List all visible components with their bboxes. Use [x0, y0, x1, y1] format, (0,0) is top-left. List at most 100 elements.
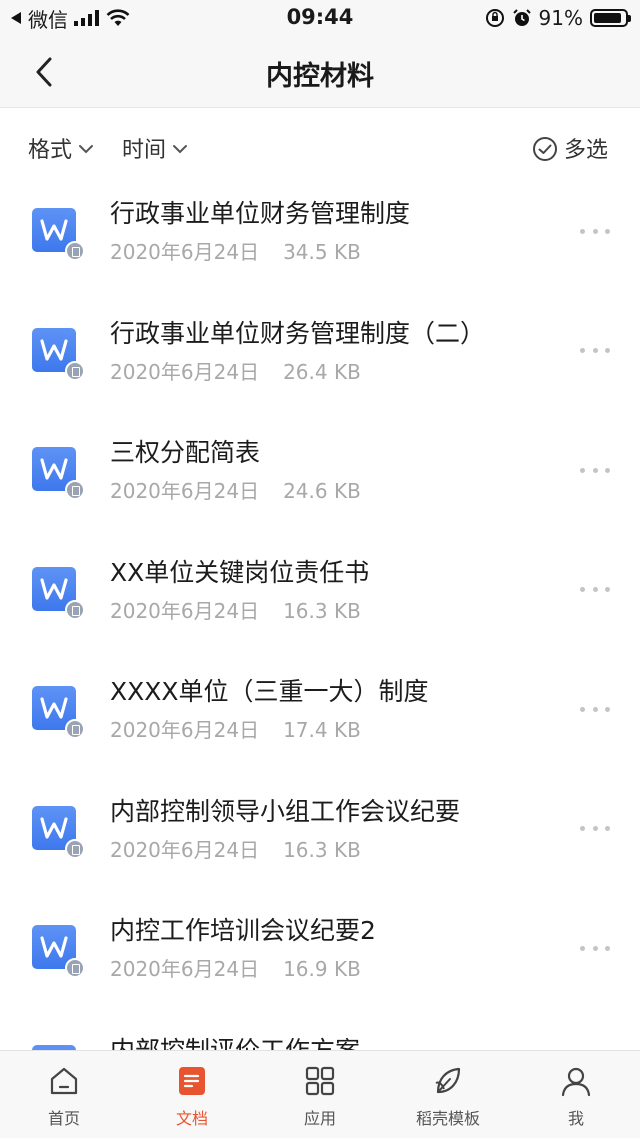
dot	[580, 348, 585, 353]
dot	[580, 587, 585, 592]
format-filter-label: 格式	[28, 138, 73, 163]
file-size: 26.4 KB	[283, 359, 361, 384]
file-size: 17.4 KB	[283, 718, 361, 742]
file-size: 16.9 KB	[283, 957, 361, 981]
lock-icon	[65, 480, 85, 500]
tab-templates[interactable]: 稻壳模板	[384, 1051, 512, 1138]
tab-documents[interactable]: 文档	[128, 1051, 256, 1138]
chevron-down-icon	[79, 145, 94, 154]
home-icon	[50, 1067, 78, 1095]
lock-icon	[65, 599, 85, 620]
tab-bar: 首页 文档 应用 稻壳模板 我	[0, 1050, 640, 1138]
dot	[592, 587, 598, 592]
lock-icon	[65, 241, 85, 261]
file-row[interactable]: XXXX单位（三重一大）制度 2020年6月24日 17.4 KB	[0, 658, 640, 778]
more-options-button[interactable]	[580, 585, 610, 595]
tab-me-label: 我	[567, 1109, 584, 1128]
leaf-icon	[435, 1067, 461, 1094]
file-date: 2020年6月24日	[110, 598, 260, 623]
word-doc-icon	[32, 327, 85, 381]
file-row[interactable]: 内部控制评价工作方案	[0, 1017, 640, 1051]
file-date: 2020年6月24日	[110, 837, 260, 862]
file-name: XXXX单位（三重一大）制度	[110, 677, 429, 706]
file-size: 16.3 KB	[283, 837, 361, 862]
apps-grid-icon	[305, 1066, 335, 1096]
file-row[interactable]: 三权分配简表 2020年6月24日 24.6 KB	[0, 419, 640, 539]
lock-icon	[65, 719, 85, 739]
lock-icon	[65, 838, 85, 859]
file-date: 2020年6月24日	[110, 240, 260, 264]
file-name: 行政事业单位财务管理制度	[110, 199, 411, 228]
page-title: 内控材料	[266, 61, 374, 92]
chevron-down-icon	[173, 145, 188, 154]
file-meta: 2020年6月24日 26.4 KB	[110, 356, 361, 385]
dot	[580, 467, 585, 473]
time-filter-dropdown[interactable]: 时间	[122, 132, 188, 164]
file-row[interactable]: XX单位关键岗位责任书 2020年6月24日 16.3 KB	[0, 539, 640, 659]
word-doc-icon	[32, 925, 85, 978]
dot	[592, 348, 598, 353]
dot	[605, 467, 610, 473]
status-bar: 微信 09:44 91%	[0, 0, 640, 36]
dot	[592, 706, 598, 712]
nav-bar: 内控材料	[0, 36, 640, 108]
word-doc-icon	[32, 566, 85, 620]
dot	[605, 826, 610, 831]
dot	[580, 228, 585, 234]
tab-apps[interactable]: 应用	[256, 1051, 384, 1138]
more-options-button[interactable]	[580, 346, 610, 356]
tab-apps-label: 应用	[303, 1109, 336, 1128]
dot	[605, 945, 610, 951]
status-right: 91%	[485, 5, 631, 31]
file-name: 行政事业单位财务管理制度（二）	[110, 318, 486, 348]
word-doc-icon	[32, 686, 85, 739]
dot	[605, 228, 610, 234]
tab-me[interactable]: 我	[512, 1051, 640, 1138]
tab-home[interactable]: 首页	[0, 1051, 128, 1138]
more-options-button[interactable]	[580, 824, 610, 834]
time-filter-label: 时间	[122, 138, 167, 163]
lock-icon	[65, 360, 85, 381]
orientation-lock-icon	[485, 9, 504, 27]
file-size: 24.6 KB	[283, 479, 361, 503]
multiselect-label: 多选	[564, 138, 609, 163]
alarm-icon	[512, 9, 531, 26]
file-meta: 2020年6月24日 34.5 KB	[110, 236, 361, 265]
battery-icon	[590, 9, 631, 27]
file-row[interactable]: 内控工作培训会议纪要2 2020年6月24日 16.9 KB	[0, 897, 640, 1017]
file-name: XX单位关键岗位责任书	[110, 557, 370, 587]
more-options-button[interactable]	[580, 943, 610, 953]
file-meta: 2020年6月24日 24.6 KB	[110, 475, 361, 504]
more-options-button[interactable]	[580, 226, 610, 236]
dot	[592, 945, 598, 951]
file-name: 三权分配简表	[110, 438, 261, 467]
file-row[interactable]: 行政事业单位财务管理制度（二） 2020年6月24日 26.4 KB	[0, 300, 640, 420]
more-options-button[interactable]	[580, 465, 610, 475]
file-meta: 2020年6月24日 17.4 KB	[110, 714, 361, 743]
tab-documents-label: 文档	[175, 1109, 208, 1128]
tab-home-label: 首页	[47, 1109, 80, 1128]
format-filter-dropdown[interactable]: 格式	[28, 132, 94, 164]
file-row[interactable]: 内部控制领导小组工作会议纪要 2020年6月24日 16.3 KB	[0, 778, 640, 898]
file-date: 2020年6月24日	[110, 718, 260, 742]
dot	[605, 706, 610, 712]
lock-icon	[65, 958, 85, 978]
file-size: 34.5 KB	[283, 240, 361, 264]
file-date: 2020年6月24日	[110, 359, 260, 384]
file-name: 内部控制评价工作方案	[110, 1035, 361, 1051]
battery-fill	[594, 13, 622, 23]
file-meta: 2020年6月24日 16.3 KB	[110, 595, 361, 624]
file-row[interactable]: 行政事业单位财务管理制度 2020年6月24日 34.5 KB	[0, 180, 640, 300]
dot	[605, 587, 610, 592]
dot	[580, 945, 585, 951]
more-options-button[interactable]	[580, 704, 610, 714]
multiselect-button[interactable]: 多选	[532, 132, 608, 164]
word-doc-icon	[32, 447, 85, 500]
word-doc-icon	[32, 805, 85, 859]
document-icon	[179, 1067, 205, 1095]
check-circle-icon	[533, 137, 557, 161]
file-name: 内部控制领导小组工作会议纪要	[110, 796, 461, 826]
dot	[592, 826, 598, 831]
word-doc-icon	[32, 208, 85, 261]
file-name: 内控工作培训会议纪要2	[110, 916, 376, 945]
